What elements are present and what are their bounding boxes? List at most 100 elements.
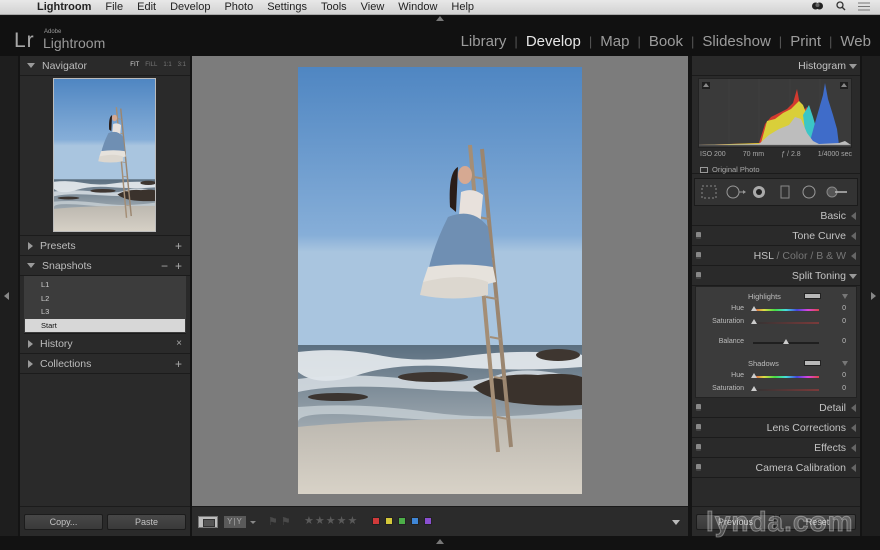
shadows-saturation-slider[interactable] [753, 389, 819, 391]
module-print[interactable]: Print [789, 33, 822, 50]
flag-icons[interactable]: ⚑⚑ [268, 515, 294, 528]
color-label-red[interactable] [372, 517, 380, 525]
panel-toggle-switch-icon[interactable] [696, 232, 701, 239]
slider-thumb[interactable] [751, 319, 757, 324]
list-icon[interactable] [858, 2, 870, 14]
top-panel-toggle-arrow-icon[interactable] [436, 16, 444, 21]
highlights-disclosure-icon[interactable] [842, 294, 848, 299]
menu-photo[interactable]: Photo [224, 1, 253, 13]
presets-header[interactable]: Presets + [20, 236, 190, 256]
zoom-fill[interactable]: FILL [145, 62, 157, 68]
radial-filter-tool-icon[interactable] [801, 185, 817, 204]
basic-header[interactable]: Basic [692, 206, 860, 226]
navigator-thumbnail[interactable] [53, 78, 156, 232]
red-eye-tool-icon[interactable] [751, 185, 767, 204]
collections-header[interactable]: Collections + [20, 354, 190, 374]
effects-header[interactable]: Effects [692, 438, 860, 458]
lens-corrections-header[interactable]: Lens Corrections [692, 418, 860, 438]
menu-develop[interactable]: Develop [170, 1, 210, 13]
loupe-view-icon[interactable] [198, 516, 218, 528]
search-icon[interactable] [836, 1, 846, 14]
paste-settings-button[interactable]: Paste [107, 514, 186, 530]
graduated-filter-tool-icon[interactable] [779, 185, 791, 204]
highlight-clipping-toggle-icon[interactable] [840, 82, 848, 89]
panel-toggle-switch-icon[interactable] [696, 424, 701, 431]
reset-button[interactable]: Reset [779, 514, 856, 530]
tone-curve-header[interactable]: Tone Curve [692, 226, 860, 246]
history-header[interactable]: History × [20, 334, 190, 354]
menu-edit[interactable]: Edit [137, 1, 156, 13]
add-preset-button[interactable]: + [175, 239, 182, 253]
menu-settings[interactable]: Settings [267, 1, 307, 13]
menu-help[interactable]: Help [451, 1, 474, 13]
histogram-header[interactable]: Histogram [692, 56, 860, 76]
histogram-graph[interactable] [698, 78, 852, 148]
right-panel-toggle-arrow-icon[interactable] [871, 292, 876, 300]
add-collection-button[interactable]: + [175, 357, 182, 371]
shadow-clipping-toggle-icon[interactable] [702, 82, 710, 89]
add-snapshot-button[interactable]: + [175, 259, 182, 273]
module-slideshow[interactable]: Slideshow [701, 33, 771, 50]
shadows-disclosure-icon[interactable] [842, 361, 848, 366]
color-tab[interactable]: Color [782, 250, 807, 262]
hsl-header[interactable]: HSL / Color / B & W [692, 246, 860, 266]
slider-thumb[interactable] [751, 386, 757, 391]
highlights-hue-slider[interactable] [753, 309, 819, 311]
before-after-dropdown-icon[interactable] [250, 521, 256, 524]
color-label-yellow[interactable] [385, 517, 393, 525]
navigator-header[interactable]: Navigator FIT FILL 1:1 3:1 [20, 56, 190, 76]
panel-toggle-switch-icon[interactable] [696, 272, 701, 279]
snapshot-item[interactable]: L2 [24, 292, 186, 306]
highlights-saturation-slider[interactable] [753, 322, 819, 324]
split-toning-header[interactable]: Split Toning [692, 266, 860, 286]
left-panel-toggle-arrow-icon[interactable] [4, 292, 9, 300]
slider-thumb[interactable] [783, 339, 789, 344]
clear-history-button[interactable]: × [176, 338, 182, 349]
color-label-green[interactable] [398, 517, 406, 525]
creative-cloud-icon[interactable] [811, 1, 824, 14]
hsl-tab[interactable]: HSL [754, 250, 774, 262]
highlights-color-swatch[interactable] [804, 293, 821, 299]
filmstrip-toggle-arrow-icon[interactable] [436, 539, 444, 544]
snapshot-item[interactable]: L1 [24, 278, 186, 292]
bw-tab[interactable]: B & W [816, 250, 846, 262]
previous-button[interactable]: Previous [696, 514, 775, 530]
image-canvas[interactable] [192, 56, 688, 506]
toolbar-content-menu-icon[interactable] [672, 520, 680, 525]
spot-removal-tool-icon[interactable] [725, 185, 747, 204]
module-web[interactable]: Web [839, 33, 872, 50]
panel-toggle-switch-icon[interactable] [696, 404, 701, 411]
zoom-1-1[interactable]: 1:1 [163, 62, 171, 68]
navigator-preview[interactable] [20, 76, 190, 236]
star-rating[interactable]: ★★★★★ [304, 514, 358, 527]
camera-calibration-header[interactable]: Camera Calibration [692, 458, 860, 478]
original-photo-toggle[interactable]: Original Photo [700, 165, 760, 174]
color-label-purple[interactable] [424, 517, 432, 525]
remove-snapshot-button[interactable]: − [161, 259, 168, 273]
detail-header[interactable]: Detail [692, 398, 860, 418]
shadows-hue-value[interactable]: 0 [842, 372, 846, 379]
slider-thumb[interactable] [751, 373, 757, 378]
crop-tool-icon[interactable] [701, 185, 717, 204]
shadows-color-swatch[interactable] [804, 360, 821, 366]
highlights-hue-value[interactable]: 0 [842, 305, 846, 312]
module-map[interactable]: Map [599, 33, 630, 50]
menu-tools[interactable]: Tools [321, 1, 347, 13]
before-after-button[interactable]: Y|Y [224, 516, 246, 528]
copy-settings-button[interactable]: Copy... [24, 514, 103, 530]
panel-toggle-switch-icon[interactable] [696, 252, 701, 259]
zoom-3-1[interactable]: 3:1 [178, 62, 186, 68]
module-library[interactable]: Library [460, 33, 508, 50]
menu-lightroom[interactable]: Lightroom [37, 1, 91, 13]
panel-toggle-switch-icon[interactable] [696, 464, 701, 471]
highlights-saturation-value[interactable]: 0 [842, 318, 846, 325]
adjustment-brush-tool-icon[interactable] [825, 185, 849, 204]
panel-toggle-switch-icon[interactable] [696, 444, 701, 451]
color-label-blue[interactable] [411, 517, 419, 525]
module-book[interactable]: Book [648, 33, 684, 50]
shadows-hue-slider[interactable] [753, 376, 819, 378]
menu-file[interactable]: File [105, 1, 123, 13]
zoom-fit[interactable]: FIT [130, 62, 139, 68]
snapshot-item-selected[interactable]: Start [25, 318, 185, 332]
checkbox-icon[interactable] [700, 166, 708, 173]
